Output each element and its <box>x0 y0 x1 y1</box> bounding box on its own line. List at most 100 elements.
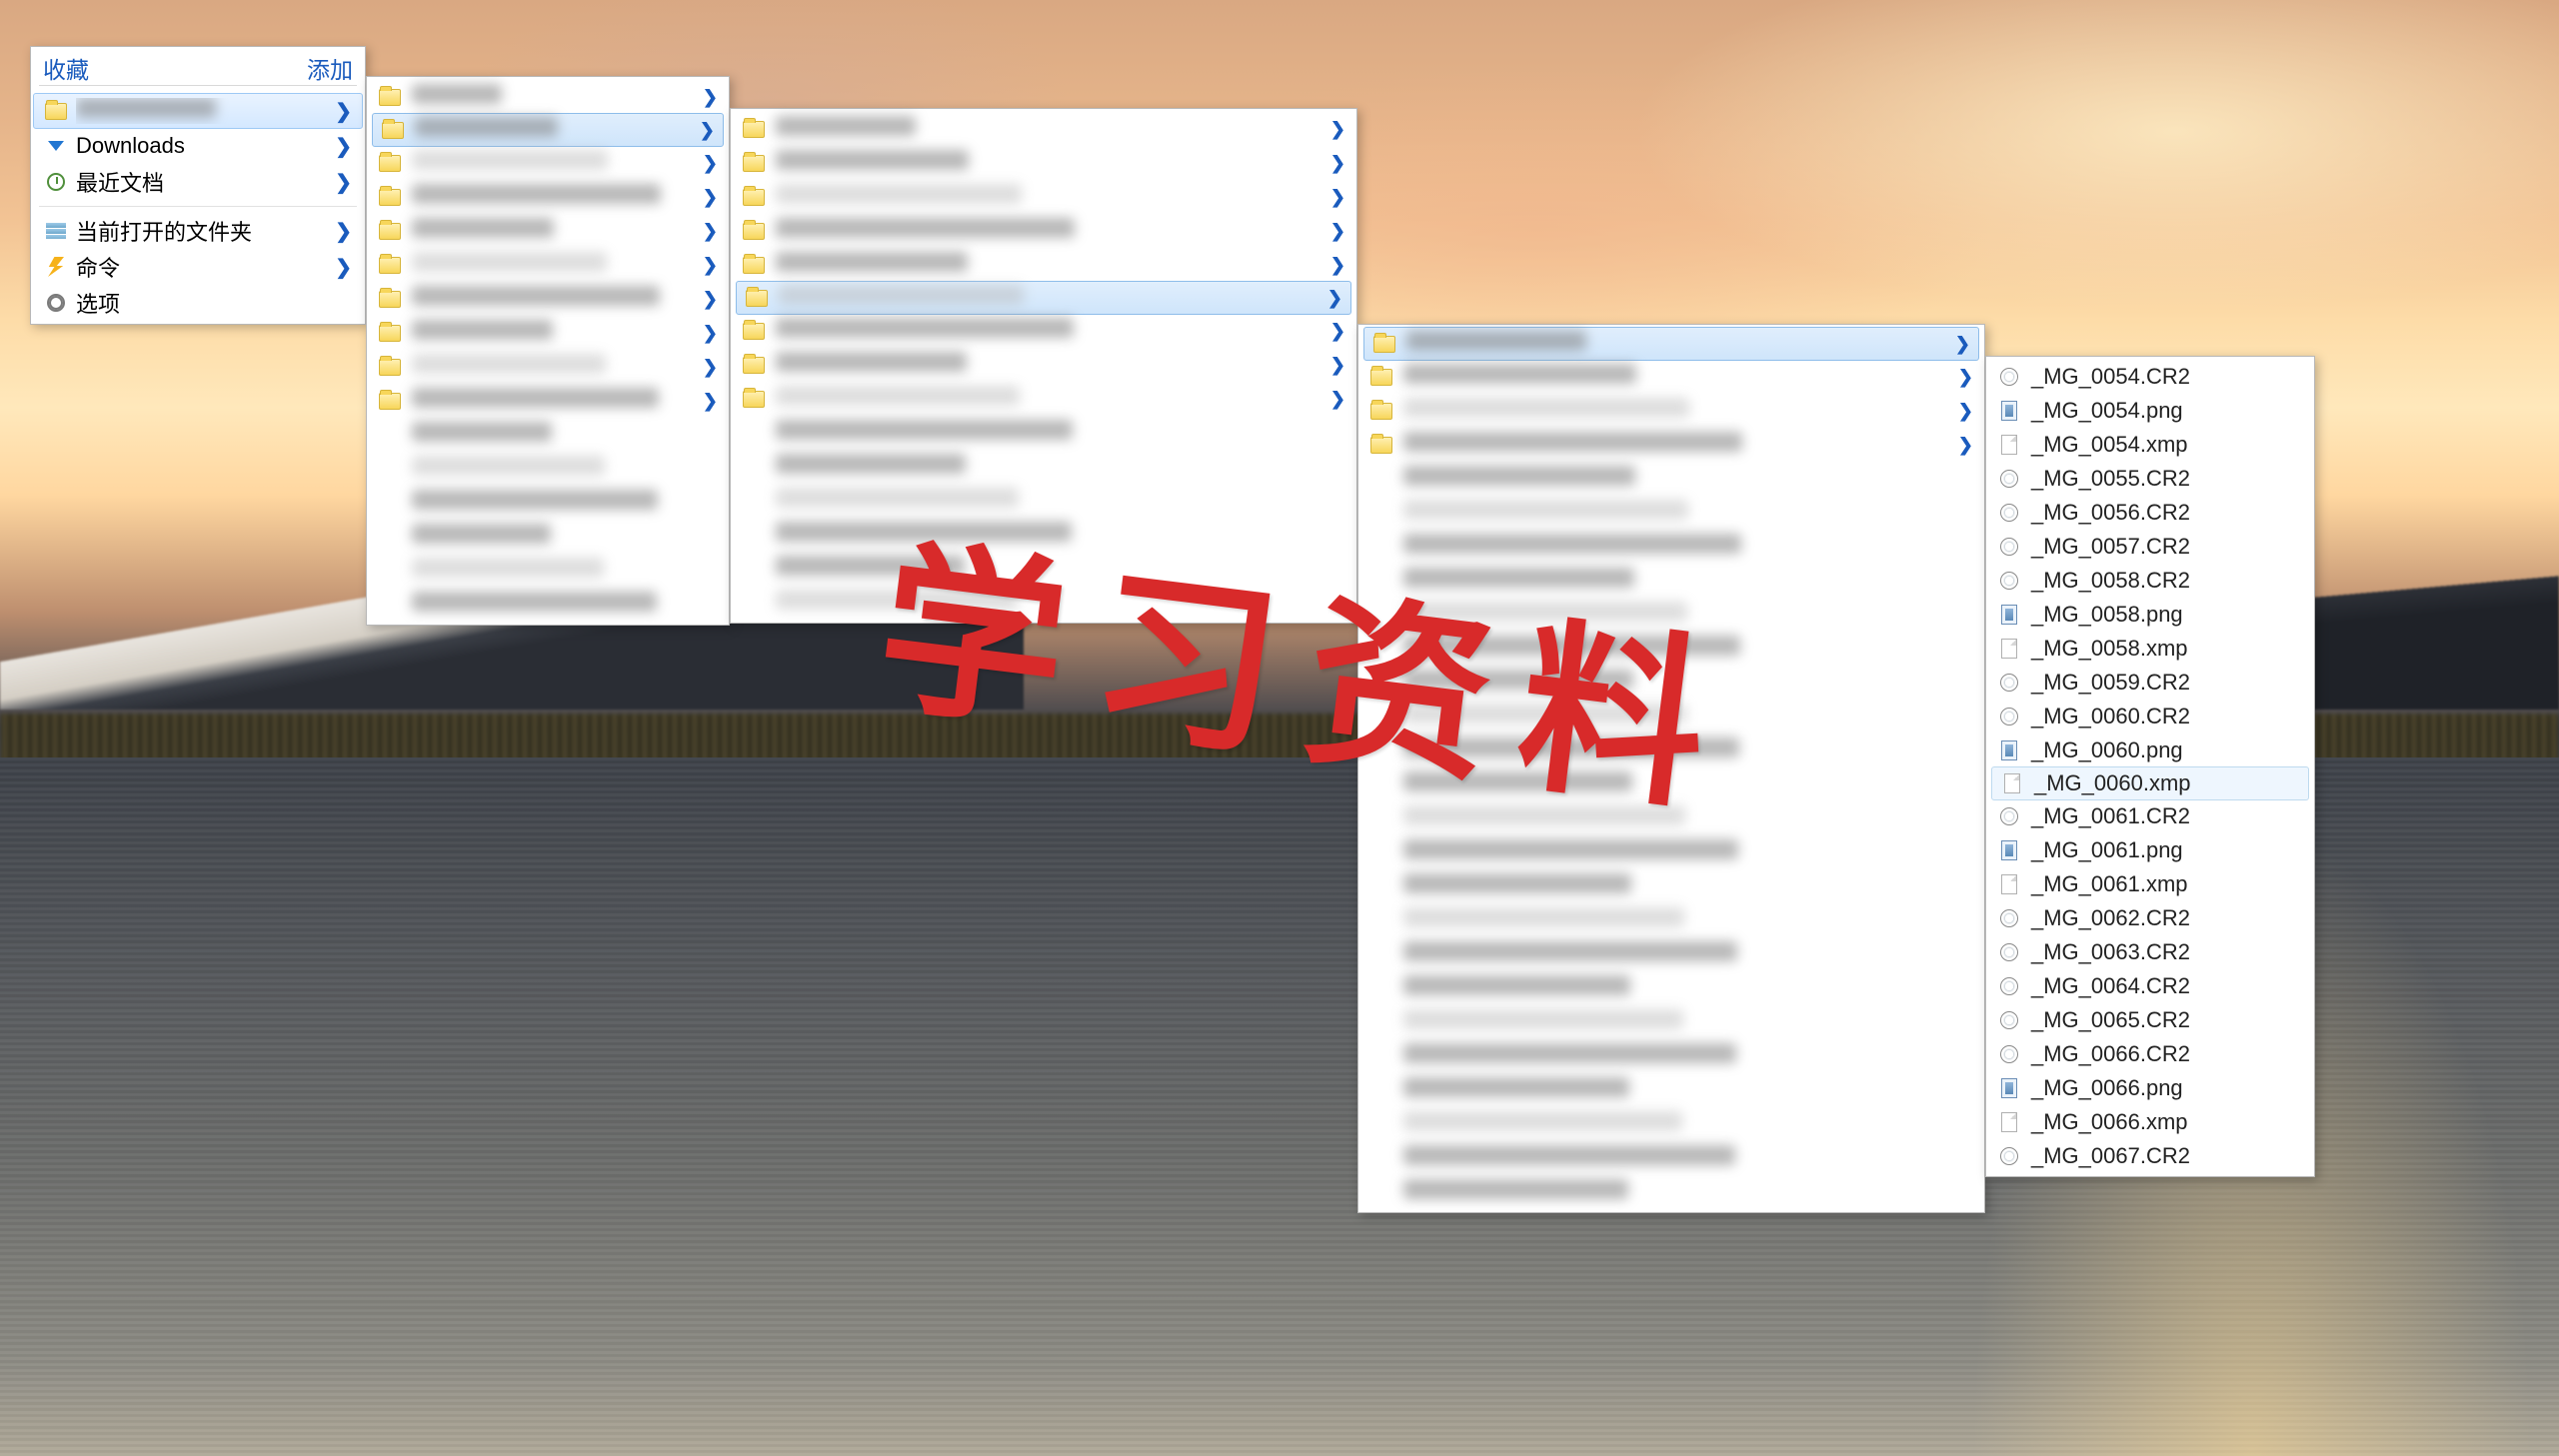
list-item[interactable]: ❯ <box>370 282 726 316</box>
file-item[interactable]: _MG_0061.xmp <box>1989 867 2311 901</box>
list-item[interactable] <box>1361 462 1981 496</box>
file-name: _MG_0061.png <box>2031 837 2183 863</box>
list-item[interactable] <box>370 452 726 486</box>
file-item[interactable]: _MG_0054.xmp <box>1989 428 2311 462</box>
list-item[interactable] <box>1361 1175 1981 1209</box>
list-item[interactable]: ❯ <box>734 146 1353 180</box>
list-item[interactable] <box>370 418 726 452</box>
list-item[interactable] <box>370 486 726 520</box>
file-item[interactable]: _MG_0054.png <box>1989 394 2311 428</box>
list-item[interactable]: ❯ <box>370 180 726 214</box>
folder-icon <box>742 151 766 175</box>
list-item[interactable]: ❯ <box>370 80 726 114</box>
favorites-action[interactable]: 命令❯ <box>34 249 362 285</box>
list-item[interactable]: ❯ <box>370 384 726 418</box>
file-item[interactable]: _MG_0066.xmp <box>1989 1105 2311 1139</box>
file-item[interactable]: _MG_0063.CR2 <box>1989 935 2311 969</box>
file-item[interactable]: _MG_0065.CR2 <box>1989 1003 2311 1037</box>
list-item[interactable] <box>1361 1141 1981 1175</box>
file-item[interactable]: _MG_0056.CR2 <box>1989 496 2311 530</box>
file-item[interactable]: _MG_0058.png <box>1989 598 2311 632</box>
file-item[interactable]: _MG_0060.xmp <box>1991 766 2309 800</box>
list-item[interactable]: ❯ <box>734 314 1353 348</box>
file-item[interactable]: _MG_0060.CR2 <box>1989 700 2311 733</box>
chevron-right-icon: ❯ <box>335 255 352 280</box>
folder-icon <box>742 185 766 209</box>
list-item[interactable] <box>1361 903 1981 937</box>
list-item[interactable]: ❯ <box>734 382 1353 416</box>
list-item[interactable]: ❯ <box>1361 360 1981 394</box>
list-item[interactable]: ❯ <box>370 350 726 384</box>
favorites-item[interactable]: 最近文档❯ <box>34 164 362 200</box>
list-item[interactable]: ❯ <box>372 113 724 147</box>
list-item[interactable] <box>1361 869 1981 903</box>
list-item[interactable] <box>734 416 1353 450</box>
file-item[interactable]: _MG_0060.png <box>1989 733 2311 767</box>
file-item[interactable]: _MG_0059.CR2 <box>1989 666 2311 700</box>
list-item[interactable]: ❯ <box>734 112 1353 146</box>
list-item-label <box>1403 873 1631 899</box>
list-item-label <box>1403 975 1630 1001</box>
file-name: _MG_0058.CR2 <box>2031 568 2190 594</box>
chevron-right-icon: ❯ <box>1955 334 1970 355</box>
file-item[interactable]: _MG_0066.CR2 <box>1989 1037 2311 1071</box>
list-item[interactable]: ❯ <box>734 248 1353 282</box>
list-item[interactable] <box>1361 1073 1981 1107</box>
favorites-action-label: 当前打开的文件夹 <box>76 215 335 247</box>
file-item[interactable]: _MG_0062.CR2 <box>1989 901 2311 935</box>
folder-icon <box>378 389 402 413</box>
list-item-label <box>412 354 606 380</box>
favorites-action[interactable]: 当前打开的文件夹❯ <box>34 213 362 249</box>
list-item[interactable]: ❯ <box>736 281 1351 315</box>
list-item[interactable]: ❯ <box>1361 394 1981 428</box>
list-item[interactable]: ❯ <box>734 348 1353 382</box>
favorites-action[interactable]: 选项 <box>34 285 362 321</box>
list-item[interactable]: ❯ <box>1363 327 1979 361</box>
list-item[interactable]: ❯ <box>370 146 726 180</box>
file-item[interactable]: _MG_0067.CR2 <box>1989 1139 2311 1173</box>
list-item-label <box>1403 1179 1628 1205</box>
file-item[interactable]: _MG_0058.CR2 <box>1989 564 2311 598</box>
list-item[interactable]: ❯ <box>734 180 1353 214</box>
chevron-right-icon: ❯ <box>1330 389 1345 410</box>
file-name: _MG_0066.xmp <box>2031 1109 2188 1135</box>
list-item-label <box>412 490 658 516</box>
list-item[interactable] <box>1361 496 1981 530</box>
file-item[interactable]: _MG_0058.xmp <box>1989 632 2311 666</box>
file-item[interactable]: _MG_0066.png <box>1989 1071 2311 1105</box>
png-icon <box>1997 838 2021 862</box>
list-item-label <box>776 454 966 480</box>
list-item[interactable] <box>370 554 726 588</box>
favorites-add-link[interactable]: 添加 <box>307 51 353 85</box>
file-item[interactable]: _MG_0061.CR2 <box>1989 799 2311 833</box>
list-item[interactable] <box>370 588 726 622</box>
file-item[interactable]: _MG_0057.CR2 <box>1989 530 2311 564</box>
file-item[interactable]: _MG_0061.png <box>1989 833 2311 867</box>
favorites-item[interactable]: Downloads❯ <box>34 128 362 164</box>
list-item[interactable]: ❯ <box>370 248 726 282</box>
list-item[interactable] <box>734 450 1353 484</box>
chevron-right-icon: ❯ <box>703 255 718 276</box>
folder-icon <box>742 253 766 277</box>
list-item[interactable]: ❯ <box>370 214 726 248</box>
cr2-icon <box>1997 804 2021 828</box>
list-item[interactable] <box>1361 971 1981 1005</box>
list-item-label <box>412 252 607 278</box>
file-item[interactable]: _MG_0064.CR2 <box>1989 969 2311 1003</box>
favorites-item[interactable]: ❯ <box>33 93 363 129</box>
list-item-label <box>776 386 1020 412</box>
list-item[interactable]: ❯ <box>1361 428 1981 462</box>
list-item[interactable] <box>1361 937 1981 971</box>
list-item[interactable] <box>1361 1107 1981 1141</box>
list-item[interactable] <box>1361 1005 1981 1039</box>
list-item[interactable]: ❯ <box>734 214 1353 248</box>
list-item[interactable] <box>370 520 726 554</box>
list-item-label <box>1403 1077 1629 1103</box>
file-item[interactable]: _MG_0055.CR2 <box>1989 462 2311 496</box>
chevron-right-icon: ❯ <box>1958 401 1973 422</box>
file-item[interactable]: _MG_0054.CR2 <box>1989 360 2311 394</box>
folder-icon <box>381 118 405 142</box>
list-item[interactable]: ❯ <box>370 316 726 350</box>
cr2-icon <box>1997 974 2021 998</box>
list-item[interactable] <box>1361 1039 1981 1073</box>
